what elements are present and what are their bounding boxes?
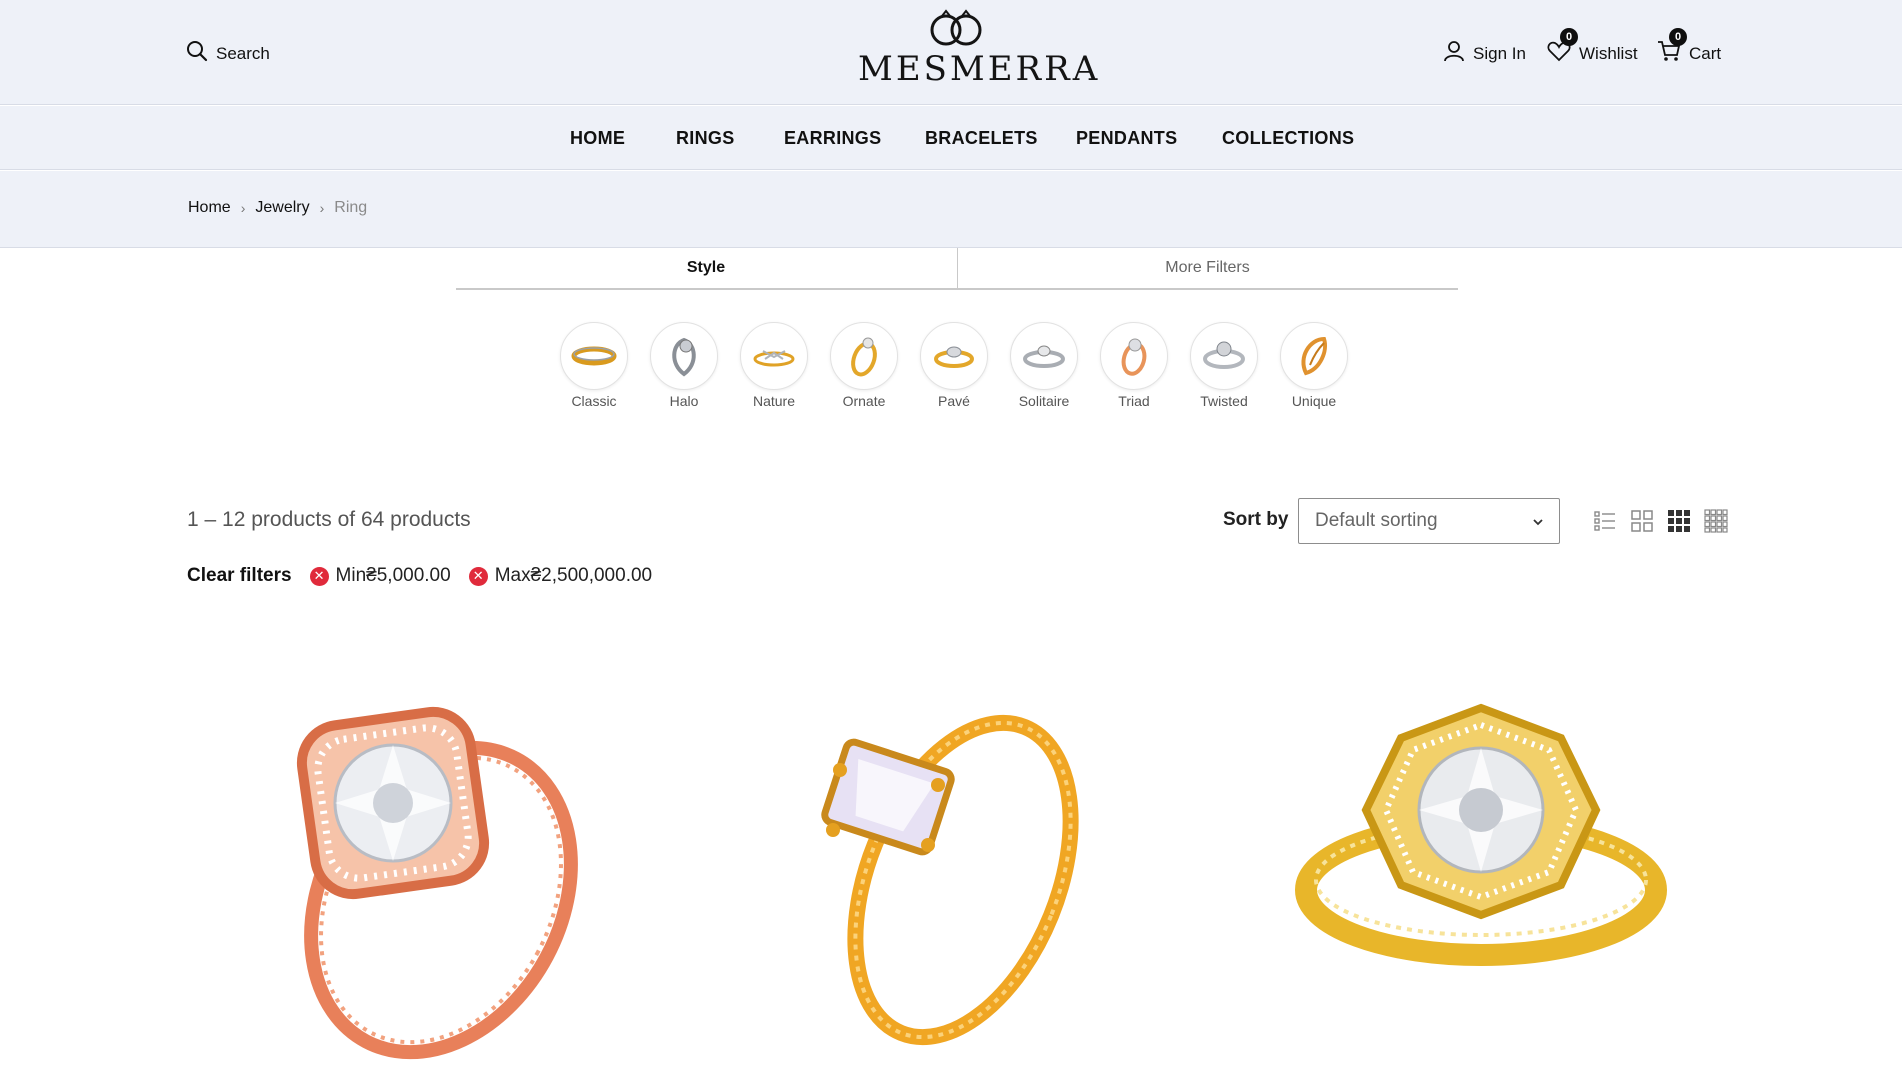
filter-tabs: Style More Filters — [456, 248, 1458, 290]
cart-label: Cart — [1689, 43, 1722, 63]
grid-2-icon — [1631, 510, 1653, 532]
ornate-ring-icon — [830, 322, 898, 390]
breadcrumb-jewelry[interactable]: Jewelry — [255, 199, 309, 217]
list-view-button[interactable] — [1593, 509, 1617, 533]
style-label: Solitaire — [1018, 393, 1070, 409]
style-label: Triad — [1118, 393, 1150, 409]
tab-style[interactable]: Style — [456, 248, 956, 288]
style-classic[interactable]: Classic — [560, 322, 628, 409]
breadcrumb-current: Ring — [334, 199, 368, 216]
chevron-down-icon — [1533, 519, 1543, 526]
filter-chip-min[interactable]: ✕ Min₴5,000.00 — [309, 565, 451, 587]
style-triad[interactable]: Triad — [1100, 322, 1168, 409]
triad-ring-icon — [1100, 322, 1168, 390]
style-label: Ornate — [842, 393, 886, 409]
style-label: Twisted — [1200, 393, 1248, 409]
grid-3-icon — [1668, 510, 1690, 532]
breadcrumb-separator: › — [319, 200, 325, 216]
grid-4-icon — [1704, 509, 1728, 533]
cart-link[interactable]: 0 Cart — [1657, 28, 1722, 67]
list-view-icon — [1594, 511, 1615, 531]
breadcrumb-separator: › — [240, 200, 246, 216]
cart-icon: 0 — [1657, 28, 1687, 67]
brand-logo[interactable]: MESMERRA — [858, 8, 1101, 98]
nature-ring-icon — [740, 322, 808, 390]
filter-chip-label: Min₴5,000.00 — [335, 565, 451, 586]
nav-bracelets[interactable]: BRACELETS — [925, 128, 1038, 149]
remove-filter-icon[interactable]: ✕ — [309, 566, 329, 586]
style-ornate[interactable]: Ornate — [830, 322, 898, 409]
solitaire-ring-icon — [1010, 322, 1078, 390]
style-pave[interactable]: Pavé — [920, 322, 988, 409]
nav-rings[interactable]: RINGS — [676, 128, 735, 149]
tab-more-filters[interactable]: More Filters — [957, 248, 1457, 288]
logo-rings-icon — [930, 9, 982, 46]
twisted-ring-icon — [1190, 322, 1258, 390]
nav-earrings[interactable]: EARRINGS — [784, 128, 881, 149]
sign-in-label: Sign In — [1473, 43, 1526, 63]
user-icon — [1443, 40, 1465, 67]
product-image-emerald-cut-gold-ring[interactable] — [743, 690, 1163, 1080]
style-label: Halo — [669, 393, 699, 409]
style-filter-list: Classic Halo Nature Ornate Pavé Solitair… — [560, 322, 1348, 409]
nav-pendants[interactable]: PENDANTS — [1076, 128, 1177, 149]
product-image-rose-gold-halo-ring[interactable] — [226, 690, 646, 1080]
result-count: 1 – 12 products of 64 products — [187, 508, 471, 531]
main-nav: HOME RINGS EARRINGS BRACELETS PENDANTS C… — [0, 106, 1902, 170]
style-label: Nature — [752, 393, 796, 409]
nav-collections[interactable]: COLLECTIONS — [1222, 128, 1354, 149]
wishlist-link[interactable]: 0 Wishlist — [1547, 28, 1638, 67]
remove-filter-icon[interactable]: ✕ — [468, 566, 488, 586]
heart-icon: 0 — [1547, 28, 1578, 67]
search-label: Search — [216, 43, 270, 63]
top-header: Search MESMERRA Sign In 0 Wishlist 0 Car… — [0, 0, 1902, 105]
active-filters: Clear filters ✕ Min₴5,000.00 ✕ Max₴2,500… — [187, 565, 652, 587]
pave-ring-icon — [920, 322, 988, 390]
halo-ring-icon — [650, 322, 718, 390]
unique-ring-icon — [1280, 322, 1348, 390]
grid-3-view-button[interactable] — [1667, 509, 1691, 533]
filter-chip-max[interactable]: ✕ Max₴2,500,000.00 — [468, 565, 653, 587]
product-image-gold-octagon-halo-ring[interactable] — [1271, 690, 1691, 1080]
nav-home[interactable]: HOME — [570, 128, 625, 149]
style-twisted[interactable]: Twisted — [1190, 322, 1258, 409]
style-label: Classic — [571, 393, 617, 409]
style-nature[interactable]: Nature — [740, 322, 808, 409]
style-solitaire[interactable]: Solitaire — [1010, 322, 1078, 409]
search-button[interactable]: Search — [186, 40, 270, 67]
classic-ring-icon — [560, 322, 628, 390]
breadcrumb: Home › Jewelry › Ring — [188, 199, 367, 217]
style-label: Pavé — [938, 393, 970, 409]
style-label: Unique — [1291, 393, 1337, 409]
wishlist-label: Wishlist — [1579, 43, 1638, 63]
breadcrumb-bar: Home › Jewelry › Ring — [0, 171, 1902, 248]
cart-count-badge: 0 — [1669, 28, 1687, 46]
logo-wordmark: MESMERRA — [858, 49, 1101, 89]
style-halo[interactable]: Halo — [650, 322, 718, 409]
sort-value: Default sorting — [1315, 510, 1438, 531]
sort-select[interactable]: Default sorting — [1298, 498, 1560, 544]
sign-in-link[interactable]: Sign In — [1443, 40, 1526, 67]
breadcrumb-home[interactable]: Home — [188, 199, 231, 217]
filter-chip-label: Max₴2,500,000.00 — [494, 565, 653, 586]
grid-4-view-button[interactable] — [1704, 509, 1728, 533]
style-unique[interactable]: Unique — [1280, 322, 1348, 409]
wishlist-count-badge: 0 — [1560, 28, 1578, 46]
grid-2-view-button[interactable] — [1630, 509, 1654, 533]
search-icon — [186, 40, 208, 67]
clear-filters-link[interactable]: Clear filters — [187, 565, 292, 587]
sort-label: Sort by — [1223, 509, 1289, 530]
